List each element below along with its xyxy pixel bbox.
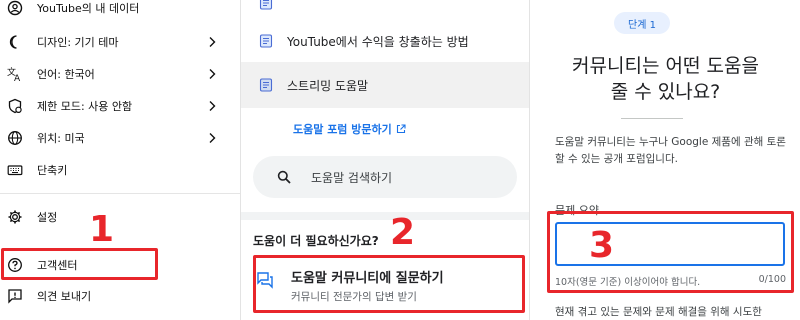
highlight-box-summary [547, 211, 794, 293]
help-article-monetize[interactable]: YouTube에서 수익을 창출하는 방법 [241, 18, 529, 64]
help-article-label: 스트리밍 도움말 [287, 78, 369, 93]
menu-item-your-data[interactable]: YouTube의 내 데이터 [0, 0, 240, 24]
step-number-1: 1 [89, 209, 115, 250]
step-badge: 단계 1 [614, 12, 670, 34]
menu-item-label: 제한 모드: 사용 안함 [37, 100, 133, 113]
globe-icon [6, 129, 24, 147]
menu-item-label: 의견 보내기 [37, 290, 92, 303]
section-divider [241, 212, 529, 220]
document-icon [259, 78, 273, 92]
translate-icon: 文A [6, 65, 24, 83]
heading-divider [621, 118, 683, 119]
menu-item-label: 위치: 미국 [37, 132, 85, 145]
settings-menu-panel: YouTube의 내 데이터 디자인: 기기 테마 文A 언어: 한국어 제한 … [0, 0, 240, 320]
form-description: 도움말 커뮤니티는 누구나 Google 제품에 관해 토론할 수 있는 공개 … [555, 136, 786, 165]
document-icon [259, 34, 273, 48]
question-form-panel: 단계 1 커뮤니티는 어떤 도움을 줄 수 있나요? 도움말 커뮤니티는 누구나… [531, 0, 800, 320]
menu-item-settings[interactable]: 설정 [0, 201, 240, 233]
document-icon [259, 0, 273, 10]
moon-icon [6, 33, 24, 51]
menu-item-label: 단축키 [37, 164, 68, 177]
chevron-right-icon [209, 101, 216, 111]
menu-item-label: 언어: 한국어 [37, 68, 95, 81]
menu-item-feedback[interactable]: 의견 보내기 [0, 280, 240, 312]
search-placeholder: 도움말 검색하기 [311, 170, 393, 185]
form-heading-line1: 커뮤니티는 어떤 도움을 [572, 55, 759, 77]
help-article-label: YouTube에서 수익을 창출하는 방법 [287, 34, 469, 49]
external-link-icon [396, 124, 406, 134]
need-help-heading: 도움이 더 필요하신가요? [253, 234, 379, 248]
menu-item-location[interactable]: 위치: 미국 [0, 122, 240, 154]
chevron-right-icon [209, 69, 216, 79]
menu-item-shortcuts[interactable]: 단축키 [0, 154, 240, 186]
menu-item-label: 설정 [37, 211, 58, 224]
account-data-icon [6, 0, 24, 17]
help-center-panel: YouTube에서 수익을 창출하는 방법 스트리밍 도움말 도움말 포럼 방문… [240, 0, 530, 320]
visit-forum-label: 도움말 포럼 방문하기 [293, 123, 392, 136]
help-search-input[interactable]: 도움말 검색하기 [253, 156, 517, 198]
step-number-3: 3 [589, 225, 615, 266]
restricted-mode-icon [6, 97, 24, 115]
chevron-right-icon [209, 133, 216, 143]
highlight-box-help [1, 248, 158, 280]
search-icon [277, 170, 291, 184]
step-number-2: 2 [390, 212, 416, 253]
highlight-box-ask [253, 255, 525, 313]
visit-forum-link[interactable]: 도움말 포럼 방문하기 [293, 121, 406, 137]
menu-divider [0, 193, 240, 194]
menu-item-language[interactable]: 文A 언어: 한국어 [0, 58, 240, 90]
form-heading-line2: 줄 수 있나요? [610, 81, 721, 103]
menu-item-appearance[interactable]: 디자인: 기기 테마 [0, 26, 240, 58]
keyboard-icon [6, 161, 24, 179]
menu-item-label: 디자인: 기기 테마 [37, 36, 119, 49]
menu-item-restricted-mode[interactable]: 제한 모드: 사용 안함 [0, 90, 240, 122]
feedback-icon [6, 287, 24, 305]
gear-icon [6, 208, 24, 226]
help-article-streaming[interactable]: 스트리밍 도움말 [241, 62, 529, 108]
menu-item-label: YouTube의 내 데이터 [37, 2, 140, 15]
chevron-right-icon [209, 37, 216, 47]
svg-text:A: A [14, 74, 21, 82]
details-prompt-text: 현재 겪고 있는 문제와 문제 해결을 위해 시도한 [555, 306, 762, 318]
